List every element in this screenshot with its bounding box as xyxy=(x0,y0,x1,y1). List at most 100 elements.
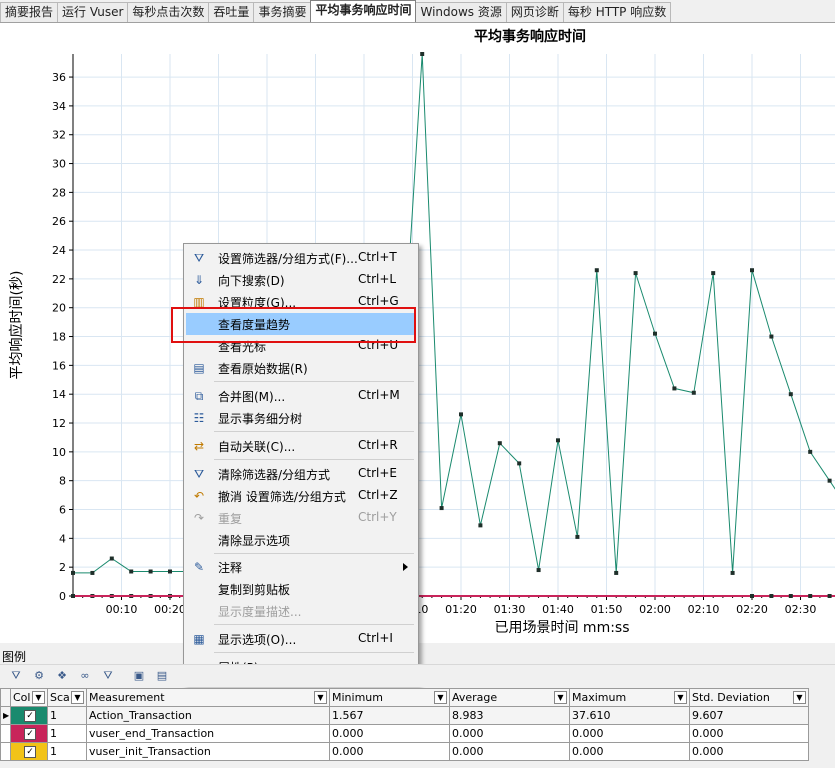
table-row[interactable]: ▶ ✓ 1 Action_Transaction 1.567 8.983 37.… xyxy=(0,706,809,725)
data-point[interactable] xyxy=(750,594,754,598)
data-point[interactable] xyxy=(517,461,522,466)
legend-export-icon[interactable]: ▣ xyxy=(131,668,147,684)
data-point[interactable] xyxy=(788,594,793,598)
tab-http-responses-per-second[interactable]: 每秒 HTTP 响应数 xyxy=(562,2,672,22)
data-point[interactable] xyxy=(439,506,444,511)
menu-item-view-raw-data[interactable]: ▤ 查看原始数据(R) xyxy=(186,357,414,379)
column-header-average[interactable]: Average ▼ xyxy=(449,688,570,707)
y-tick-label: 6 xyxy=(59,504,66,517)
menu-item-set-filter[interactable]: ⛛ 设置筛选器/分组方式(F)... Ctrl+T xyxy=(186,247,414,269)
tab-windows-resources[interactable]: Windows 资源 xyxy=(415,2,507,22)
tree-icon: ☷ xyxy=(193,411,205,425)
color-cell[interactable]: ✓ xyxy=(10,742,48,761)
column-header-col[interactable]: Col ▼ xyxy=(10,688,48,707)
data-point[interactable] xyxy=(129,569,134,574)
chevron-down-icon[interactable]: ▼ xyxy=(554,691,567,704)
data-point[interactable] xyxy=(420,52,425,56)
color-cell[interactable]: ✓ xyxy=(10,706,48,725)
data-point[interactable] xyxy=(148,569,153,574)
x-tick-label: 02:10 xyxy=(688,603,720,616)
legend-funnel-icon[interactable]: ⛛ xyxy=(100,668,116,684)
scale-cell: 1 xyxy=(47,724,87,743)
table-row[interactable]: ✓ 1 vuser_end_Transaction 0.000 0.000 0.… xyxy=(0,724,809,743)
data-point[interactable] xyxy=(536,568,541,573)
column-header-minimum[interactable]: Minimum ▼ xyxy=(329,688,450,707)
tab-average-transaction-response-time[interactable]: 平均事务响应时间 xyxy=(310,0,417,22)
data-point[interactable] xyxy=(575,534,580,539)
y-tick-label: 20 xyxy=(52,302,66,315)
data-point[interactable] xyxy=(769,594,774,598)
legend-filter-icon[interactable]: ⛛ xyxy=(8,668,24,684)
menu-item-show-breakdown-tree[interactable]: ☷ 显示事务细分树 xyxy=(186,407,414,429)
tab-transaction-summary[interactable]: 事务摘要 xyxy=(253,2,312,22)
data-point[interactable] xyxy=(808,449,813,454)
data-point[interactable] xyxy=(594,268,599,273)
chevron-down-icon[interactable]: ▼ xyxy=(314,691,327,704)
tab-web-page-diagnostics[interactable]: 网页诊断 xyxy=(505,2,564,22)
minimum-cell: 1.567 xyxy=(329,706,450,725)
data-point[interactable] xyxy=(168,569,172,574)
row-pointer xyxy=(0,742,11,761)
data-point[interactable] xyxy=(90,570,95,575)
visibility-checkbox[interactable]: ✓ xyxy=(24,710,36,722)
data-point[interactable] xyxy=(769,334,774,339)
data-point[interactable] xyxy=(653,331,657,336)
data-point[interactable] xyxy=(711,271,716,276)
visibility-checkbox[interactable]: ✓ xyxy=(24,746,36,758)
legend-print-icon[interactable]: ▤ xyxy=(154,668,170,684)
legend-group-icon[interactable]: ❖ xyxy=(54,668,70,684)
table-row[interactable]: ✓ 1 vuser_init_Transaction 0.000 0.000 0… xyxy=(0,742,809,761)
tab-throughput[interactable]: 吞吐量 xyxy=(208,2,255,22)
tab-summary-report[interactable]: 摘要报告 xyxy=(0,2,59,22)
y-tick-label: 10 xyxy=(52,446,66,459)
data-point[interactable] xyxy=(750,268,754,273)
x-tick-label: 01:50 xyxy=(591,603,623,616)
tab-hits-per-second[interactable]: 每秒点击次数 xyxy=(127,2,210,22)
menu-item-clear-filter[interactable]: ⛛ 清除筛选器/分组方式 Ctrl+E xyxy=(186,463,414,485)
data-point[interactable] xyxy=(71,570,75,575)
menu-item-display-options[interactable]: ▦ 显示选项(O)... Ctrl+I xyxy=(186,628,414,650)
average-cell: 8.983 xyxy=(449,706,570,725)
column-header-measurement[interactable]: Measurement ▼ xyxy=(86,688,330,707)
menu-item-undo-filter[interactable]: ↶ 撤消 设置筛选/分组方式 Ctrl+Z xyxy=(186,485,414,507)
menu-item-copy-to-clipboard[interactable]: 复制到剪贴板 xyxy=(186,578,414,600)
filter-icon: ⛛ xyxy=(193,251,205,265)
data-point[interactable] xyxy=(109,556,114,561)
y-tick-label: 22 xyxy=(52,273,66,286)
menu-item-auto-correlate[interactable]: ⇄ 自动关联(C)... Ctrl+R xyxy=(186,435,414,457)
data-point[interactable] xyxy=(497,441,502,446)
legend-link-icon[interactable]: ∞ xyxy=(77,668,93,684)
data-point[interactable] xyxy=(788,392,793,397)
data-point[interactable] xyxy=(827,594,832,598)
column-header-scale[interactable]: Sca ▼ xyxy=(47,688,87,707)
data-point[interactable] xyxy=(478,523,483,528)
legend-configure-icon[interactable]: ⚙ xyxy=(31,668,47,684)
column-header-maximum[interactable]: Maximum ▼ xyxy=(569,688,690,707)
chevron-down-icon[interactable]: ▼ xyxy=(32,691,45,704)
y-tick-label: 28 xyxy=(52,186,66,199)
chevron-down-icon[interactable]: ▼ xyxy=(793,691,806,704)
data-point[interactable] xyxy=(808,594,813,598)
data-point[interactable] xyxy=(459,412,463,417)
chevron-down-icon[interactable]: ▼ xyxy=(434,691,447,704)
menu-item-clear-display-options[interactable]: 清除显示选项 xyxy=(186,529,414,551)
data-point[interactable] xyxy=(71,594,75,598)
data-point[interactable] xyxy=(614,570,619,575)
data-point[interactable] xyxy=(556,438,560,443)
row-pointer xyxy=(0,724,11,743)
data-point[interactable] xyxy=(691,390,696,395)
tab-running-vusers[interactable]: 运行 Vuser xyxy=(57,2,129,22)
data-point[interactable] xyxy=(672,386,677,391)
column-header-std-deviation[interactable]: Std. Deviation ▼ xyxy=(689,688,809,707)
data-point[interactable] xyxy=(633,271,638,276)
menu-item-comments[interactable]: ✎ 注释 xyxy=(186,556,414,578)
color-cell[interactable]: ✓ xyxy=(10,724,48,743)
y-tick-label: 18 xyxy=(52,331,66,344)
menu-item-drill-down[interactable]: ⇓ 向下搜索(D) Ctrl+L xyxy=(186,269,414,291)
menu-item-merge-graphs[interactable]: ⧉ 合并图(M)... Ctrl+M xyxy=(186,385,414,407)
visibility-checkbox[interactable]: ✓ xyxy=(24,728,36,740)
chevron-down-icon[interactable]: ▼ xyxy=(71,691,84,704)
chevron-down-icon[interactable]: ▼ xyxy=(674,691,687,704)
data-point[interactable] xyxy=(730,570,735,575)
data-point[interactable] xyxy=(827,478,832,483)
